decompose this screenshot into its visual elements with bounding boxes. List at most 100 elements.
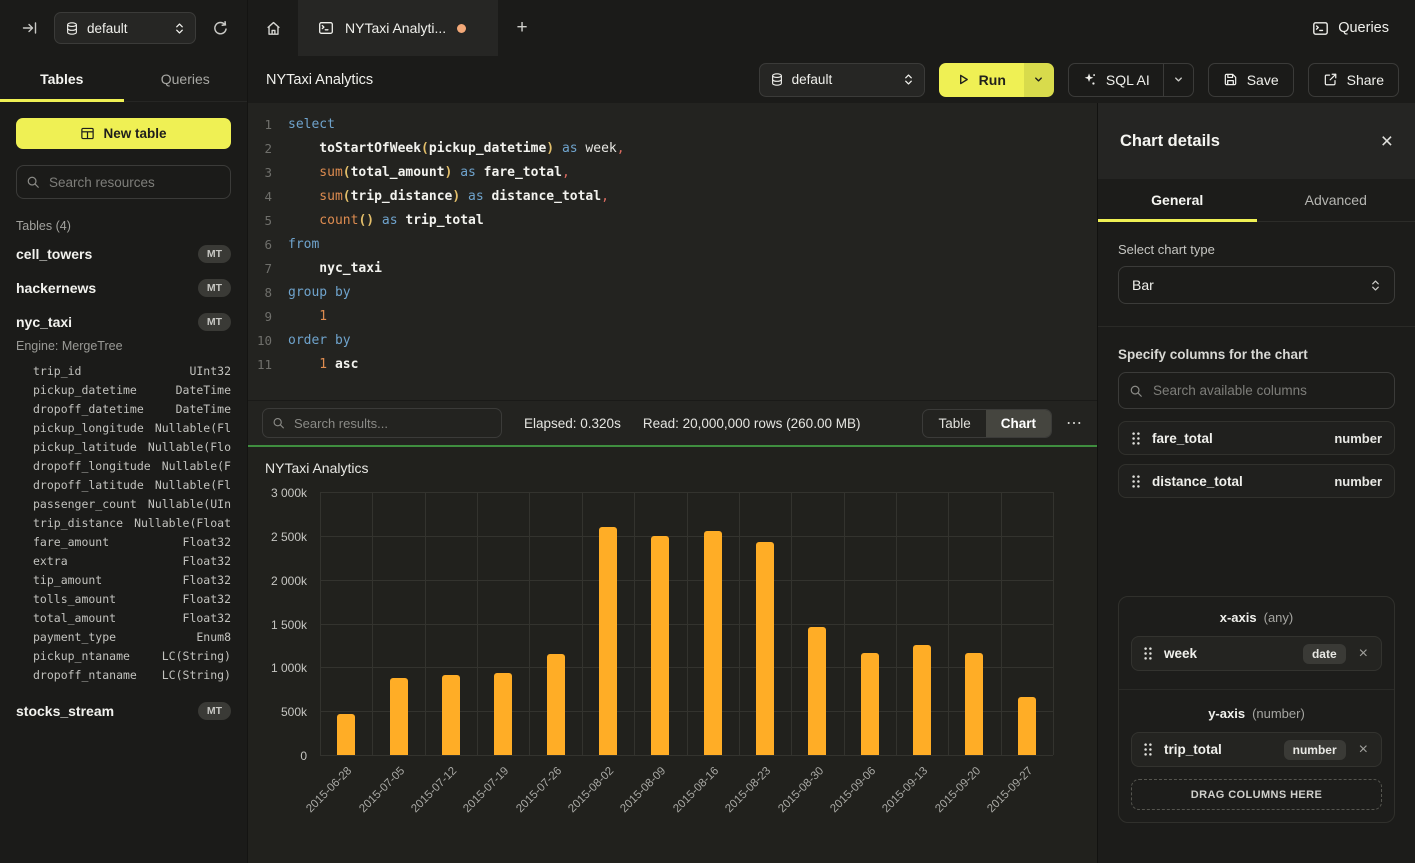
editor-line: 2toStartOfWeek(pickup_datetime) as week, <box>248 137 1097 161</box>
search-icon <box>26 175 40 189</box>
view-toggle-table[interactable]: Table <box>923 410 985 437</box>
sql-ai-button[interactable]: SQL AI <box>1069 64 1163 96</box>
drop-zone[interactable]: DRAG COLUMNS HERE <box>1131 779 1382 810</box>
tables-section-label: Tables (4) <box>16 219 231 233</box>
gridline-vertical <box>320 492 321 755</box>
run-button[interactable]: Run <box>939 63 1024 97</box>
panel-tabs: General Advanced <box>1098 179 1415 222</box>
bar <box>965 653 983 755</box>
token: pickup_datetime <box>429 141 546 156</box>
bar <box>599 527 617 755</box>
token <box>374 213 382 228</box>
drag-handle-icon[interactable] <box>1131 431 1141 446</box>
column-row: trip_distance Nullable(Float <box>0 513 247 532</box>
line-code: sum(trip_distance) as distance_total, <box>288 185 609 209</box>
gridline-vertical <box>1001 492 1002 755</box>
table-row[interactable]: stocks_streamMT <box>0 694 247 728</box>
bar <box>390 678 408 755</box>
chart-type-select[interactable]: Bar <box>1118 266 1395 304</box>
column-chip-type: number <box>1334 431 1382 446</box>
column-type: Nullable(UIn <box>148 497 231 511</box>
token: trip_distance <box>351 189 453 204</box>
sql-editor[interactable]: 1select2toStartOfWeek(pickup_datetime) a… <box>248 103 1097 400</box>
line-code: toStartOfWeek(pickup_datetime) as week, <box>288 137 625 161</box>
column-name: pickup_longitude <box>33 421 144 435</box>
new-tab-button[interactable]: + <box>498 0 546 56</box>
table-row[interactable]: hackernewsMT <box>0 271 247 305</box>
tab-title: NYTaxi Analyti... <box>345 20 446 36</box>
queries-button[interactable]: Queries <box>1312 0 1389 56</box>
database-selector[interactable]: default <box>759 63 925 97</box>
column-row: pickup_ntanameLC(String) <box>0 646 247 665</box>
editor-line: 6from <box>248 233 1097 257</box>
chevron-up-down-icon <box>903 72 914 87</box>
panel-body: Select chart type Bar Specify columns fo… <box>1098 222 1415 863</box>
home-button[interactable] <box>248 0 298 56</box>
table-row[interactable]: nyc_taxiMT <box>0 305 247 339</box>
drag-handle-icon[interactable] <box>1143 646 1153 661</box>
table-engine-label: Engine: MergeTree <box>0 339 247 361</box>
divider <box>1119 689 1394 690</box>
save-button[interactable]: Save <box>1208 63 1294 97</box>
token: group by <box>288 285 351 300</box>
x-axis-tick-text: 2015-07-19 <box>462 765 512 815</box>
drag-handle-icon[interactable] <box>1131 474 1141 489</box>
table-icon <box>80 126 95 141</box>
column-name: tip_amount <box>33 573 102 587</box>
sql-ai-options-button[interactable] <box>1163 64 1193 96</box>
tab-general[interactable]: General <box>1098 179 1257 221</box>
sidebar-tab-queries[interactable]: Queries <box>124 56 248 101</box>
collapse-sidebar-button[interactable] <box>18 16 42 40</box>
main-area: NYTaxi Analytics default <box>248 56 1415 863</box>
query-toolbar: NYTaxi Analytics default <box>248 56 1415 103</box>
column-type: Float32 <box>183 573 231 587</box>
columns-search-input[interactable] <box>1118 372 1395 409</box>
line-code: group by <box>288 281 351 305</box>
run-options-button[interactable] <box>1024 63 1054 97</box>
column-type: Nullable(Fl <box>155 478 231 492</box>
token: as <box>382 213 398 228</box>
token: nyc_taxi <box>319 261 382 276</box>
available-column-chip[interactable]: fare_totalnumber <box>1118 421 1395 455</box>
database-icon <box>65 21 79 36</box>
view-toggle-chart[interactable]: Chart <box>986 410 1051 437</box>
close-panel-button[interactable]: × <box>1381 131 1393 152</box>
sidebar-search-input[interactable] <box>16 165 231 199</box>
token: as <box>460 165 476 180</box>
column-name: trip_distance <box>33 516 123 530</box>
column-chip-name: distance_total <box>1152 474 1323 489</box>
token <box>476 165 484 180</box>
new-table-button[interactable]: New table <box>16 118 231 149</box>
topbar-left: default <box>0 0 248 56</box>
more-options-button[interactable]: ⋯ <box>1066 413 1083 433</box>
available-column-chip[interactable]: distance_totalnumber <box>1118 464 1395 498</box>
remove-column-button[interactable]: × <box>1357 740 1370 760</box>
column-type: Enum8 <box>196 630 231 644</box>
elapsed-stat: Elapsed: 0.320s <box>524 416 621 431</box>
editor-line: 4sum(trip_distance) as distance_total, <box>248 185 1097 209</box>
column-name: dropoff_datetime <box>33 402 144 416</box>
axis-assignment-card: x-axis(any) weekdate× y-axis(number) tri… <box>1118 596 1395 823</box>
column-type: Nullable(Float <box>134 516 231 530</box>
x-axis-tick-text: 2015-06-28 <box>305 765 355 815</box>
database-selector[interactable]: default <box>54 12 196 44</box>
axis-column-chip[interactable]: weekdate× <box>1131 636 1382 671</box>
x-axis-tick-text: 2015-09-13 <box>880 765 930 815</box>
share-button[interactable]: Share <box>1308 63 1399 97</box>
chevron-down-icon <box>1173 74 1184 85</box>
remove-column-button[interactable]: × <box>1357 644 1370 664</box>
results-view-controls: Table Chart ⋯ <box>922 409 1083 438</box>
sidebar-tab-tables[interactable]: Tables <box>0 56 124 101</box>
column-row: dropoff_latitudeNullable(Fl <box>0 475 247 494</box>
column-type: Float32 <box>183 554 231 568</box>
results-search-input[interactable] <box>262 408 502 438</box>
tab-nytaxi-analytics[interactable]: NYTaxi Analyti... <box>298 0 498 56</box>
refresh-button[interactable] <box>208 16 233 41</box>
table-row[interactable]: cell_towersMT <box>0 237 247 271</box>
axis-column-chip[interactable]: trip_totalnumber× <box>1131 732 1382 767</box>
bar <box>861 653 879 755</box>
token: from <box>288 237 319 252</box>
tab-advanced[interactable]: Advanced <box>1257 179 1415 221</box>
drag-handle-icon[interactable] <box>1143 742 1153 757</box>
topbar-spacer <box>546 0 1312 56</box>
